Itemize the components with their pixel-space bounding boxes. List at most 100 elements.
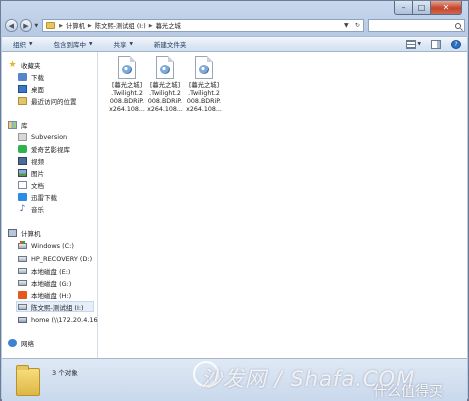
sidebar-item-label: 下载 — [31, 73, 44, 82]
file-name-line: .Twilight.2 — [111, 90, 143, 97]
video-file-icon — [156, 56, 174, 79]
maximize-button[interactable]: □ — [412, 1, 430, 15]
office-drive-icon — [18, 290, 27, 299]
sidebar-header-label: 库 — [21, 121, 28, 130]
file-name-line: x264.108... — [186, 106, 222, 113]
sidebar-item-label: 桌面 — [31, 85, 44, 94]
star-icon: ★ — [8, 59, 17, 70]
chevron-right-icon[interactable]: ▶ — [88, 23, 92, 29]
sidebar-item-network-drive[interactable]: home (\\172.20.4.16 — [18, 314, 98, 325]
file-name-line: [暮光之城] — [149, 82, 181, 89]
chevron-right-icon[interactable]: ▶ — [59, 23, 63, 29]
file-name: [暮光之城] .Twilight.2 008.BDRiP. x264.108..… — [186, 82, 222, 114]
sidebar-item-recent-places[interactable]: 最近访问的位置 — [18, 95, 77, 106]
include-in-library-label: 包含到库中 — [53, 41, 86, 49]
share-label: 共享 — [113, 41, 127, 49]
address-dropdown-icon[interactable]: ▼ — [344, 22, 349, 29]
sidebar-item-label: 陈文熙-测试组 (I:) — [31, 303, 84, 312]
back-button[interactable]: ◀ — [5, 19, 18, 32]
sidebar-item-thunder-downloads[interactable]: 迅雷下载 — [18, 191, 57, 202]
sidebar-item-iqiyi[interactable]: 爱奇艺影视库 — [18, 143, 70, 154]
sidebar-item-drive-e[interactable]: 本地磁盘 (E:) — [18, 265, 70, 276]
chevron-down-icon: ▼ — [29, 41, 33, 47]
sidebar-header-favorites[interactable]: ★ 收藏夹 — [8, 59, 40, 70]
sidebar-header-libraries[interactable]: 库 — [8, 119, 28, 130]
file-list[interactable]: [暮光之城] .Twilight.2 008.BDRiP. x264.108..… — [98, 52, 467, 358]
file-item[interactable]: [暮光之城] .Twilight.2 008.BDRiP. x264.108..… — [184, 56, 224, 114]
include-in-library-button[interactable]: 包含到库中 ▼ — [42, 39, 102, 49]
iqiyi-icon — [18, 144, 27, 153]
computer-icon — [8, 228, 17, 237]
preview-pane-icon[interactable] — [431, 39, 441, 49]
sidebar-item-drive-c[interactable]: Windows (C:) — [18, 240, 74, 251]
share-button[interactable]: 共享 ▼ — [102, 39, 142, 49]
corner-watermark: 什么值得买 — [373, 384, 443, 400]
sidebar-item-videos[interactable]: 视频 — [18, 155, 44, 166]
file-name-line: 008.BDRiP. — [186, 98, 222, 105]
search-icon — [455, 22, 461, 29]
desktop-icon — [18, 84, 27, 93]
file-name-line: x264.108... — [109, 106, 145, 113]
picture-icon — [18, 168, 27, 177]
sidebar-item-music[interactable]: ♪ 音乐 — [18, 203, 44, 214]
file-name-line: 008.BDRiP. — [109, 98, 145, 105]
new-folder-label: 新建文件夹 — [153, 41, 187, 49]
sidebar-item-pictures[interactable]: 图片 — [18, 167, 44, 178]
sidebar-header-label: 计算机 — [21, 229, 41, 238]
folder-icon — [16, 365, 40, 396]
new-folder-button[interactable]: 新建文件夹 — [143, 39, 197, 49]
sidebar-item-label: 本地磁盘 (H:) — [31, 291, 72, 300]
file-name: [暮光之城] .Twilight.2 008.BDRiP. x264.108..… — [147, 82, 183, 114]
breadcrumb-folder[interactable]: 暮光之城 — [156, 21, 181, 30]
sidebar-header-network[interactable]: 网络 — [8, 337, 34, 348]
navigation-row: ◀ ▶ ▼ ▶ 计算机 ▶ 陈文熙-测试组 (I:) ▶ 暮光之城 ▼ ↻ — [5, 18, 465, 33]
media-badge-icon — [199, 65, 209, 74]
sidebar-header-computer[interactable]: 计算机 — [8, 227, 41, 238]
address-controls: ▼ ↻ — [341, 20, 363, 31]
sidebar-item-drive-i[interactable]: 陈文熙-测试组 (I:) — [16, 301, 94, 312]
breadcrumb-drive[interactable]: 陈文熙-测试组 (I:) — [95, 21, 146, 30]
sidebar-item-label: Windows (C:) — [31, 241, 74, 250]
file-item[interactable]: [暮光之城] .Twilight.2 008.BDRiP. x264.108..… — [107, 56, 147, 114]
sidebar-item-label: 爱奇艺影视库 — [31, 145, 70, 154]
file-name-line: [暮光之城] — [111, 82, 143, 89]
sidebar-item-desktop[interactable]: 桌面 — [18, 83, 44, 94]
subversion-icon — [18, 132, 27, 141]
network-drive-icon — [18, 316, 27, 323]
address-bar[interactable]: ▶ 计算机 ▶ 陈文熙-测试组 (I:) ▶ 暮光之城 ▼ ↻ — [42, 19, 364, 32]
sidebar-item-subversion[interactable]: Subversion — [18, 131, 67, 142]
sidebar-item-documents[interactable]: 文档 — [18, 179, 44, 190]
minimize-button[interactable]: – — [394, 1, 412, 15]
chevron-down-icon[interactable]: ▼ — [418, 42, 421, 47]
drive-icon — [18, 267, 27, 274]
sidebar-item-drive-d[interactable]: HP_RECOVERY (D:) — [18, 253, 92, 264]
folder-icon — [46, 22, 56, 29]
sidebar-item-drive-h[interactable]: 本地磁盘 (H:) — [18, 289, 71, 300]
content-area: ★ 收藏夹 下载 桌面 最近访问的位置 库 Subversion 爱奇艺影视库 … — [2, 52, 467, 358]
sidebar-item-label: Subversion — [31, 132, 68, 141]
sidebar-item-drive-g[interactable]: 本地磁盘 (G:) — [18, 277, 71, 288]
chevron-down-icon: ▼ — [88, 41, 93, 47]
sidebar-item-label: 文档 — [31, 181, 44, 190]
recent-pages-chevron-icon[interactable]: ▼ — [34, 23, 38, 29]
video-file-icon — [118, 56, 136, 79]
navigation-pane[interactable]: ★ 收藏夹 下载 桌面 最近访问的位置 库 Subversion 爱奇艺影视库 … — [2, 52, 98, 358]
organize-button[interactable]: 组织 ▼ — [2, 39, 42, 49]
sidebar-item-label: 图片 — [31, 169, 44, 178]
close-button[interactable]: ✕ — [430, 1, 462, 15]
sidebar-item-downloads[interactable]: 下载 — [18, 71, 44, 82]
drive-icon — [18, 279, 27, 286]
sidebar-item-label: 本地磁盘 (E:) — [31, 267, 71, 276]
search-input[interactable] — [367, 19, 465, 32]
file-name-line: .Twilight.2 — [188, 90, 220, 97]
chevron-down-icon: ▼ — [129, 41, 133, 47]
refresh-icon[interactable]: ↻ — [355, 22, 360, 29]
forward-button[interactable]: ▶ — [19, 19, 33, 32]
network-icon — [8, 338, 17, 347]
file-name: [暮光之城] .Twilight.2 008.BDRiP. x264.108..… — [109, 82, 145, 114]
help-icon[interactable]: ? — [451, 39, 461, 49]
change-view-icon[interactable] — [405, 39, 416, 49]
breadcrumb-computer[interactable]: 计算机 — [66, 21, 85, 30]
file-item[interactable]: [暮光之城] .Twilight.2 008.BDRiP. x264.108..… — [145, 56, 185, 114]
chevron-right-icon[interactable]: ▶ — [149, 23, 153, 29]
